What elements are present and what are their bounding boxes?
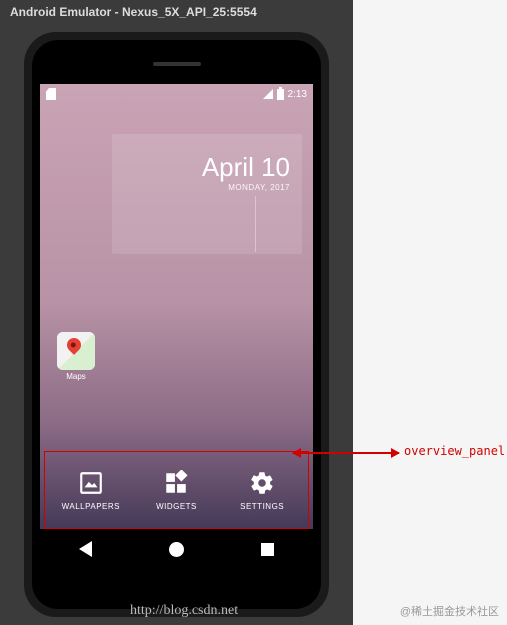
wallpapers-button[interactable]: WALLPAPERS	[56, 470, 126, 511]
nav-back-button[interactable]	[79, 541, 92, 557]
window-title-bar[interactable]: Android Emulator - Nexus_5X_API_25:5554	[0, 0, 353, 24]
settings-icon	[249, 470, 275, 496]
clock-divider	[255, 196, 256, 252]
clock-day: MONDAY, 2017	[124, 183, 290, 192]
annotation-arrow	[293, 452, 399, 454]
overview-panel: WALLPAPERS WIDGETS	[48, 457, 305, 523]
settings-label: SETTINGS	[240, 502, 284, 511]
status-bar[interactable]: 2:13	[40, 84, 313, 104]
app-label: Maps	[54, 372, 98, 381]
phone-screen[interactable]: 2:13 April 10 MONDAY, 2017 Maps	[40, 84, 313, 569]
wallpapers-label: WALLPAPERS	[62, 502, 120, 511]
window-title: Android Emulator - Nexus_5X_API_25:5554	[10, 5, 257, 19]
navigation-bar	[40, 529, 313, 569]
status-time: 2:13	[288, 89, 307, 100]
clock-widget[interactable]: April 10 MONDAY, 2017	[112, 134, 302, 254]
nav-home-button[interactable]	[169, 542, 184, 557]
watermark-url: http://blog.csdn.net	[130, 603, 238, 619]
phone-bezel: 2:13 April 10 MONDAY, 2017 Maps	[32, 40, 321, 609]
battery-icon	[277, 89, 284, 100]
app-maps[interactable]: Maps	[54, 332, 98, 381]
annotation-label: overview_panel	[404, 444, 505, 458]
phone-frame: 2:13 April 10 MONDAY, 2017 Maps	[24, 32, 329, 617]
maps-icon	[57, 332, 95, 370]
wallpaper-icon	[78, 470, 104, 496]
signal-icon	[263, 89, 273, 99]
clock-date: April 10	[124, 152, 290, 183]
status-left	[46, 88, 56, 100]
status-right: 2:13	[263, 89, 307, 100]
emulator-window: Android Emulator - Nexus_5X_API_25:5554 …	[0, 0, 353, 625]
widgets-button[interactable]: WIDGETS	[141, 470, 211, 511]
sim-icon	[46, 88, 56, 100]
watermark-text: @稀土掘金技术社区	[400, 603, 499, 619]
settings-button[interactable]: SETTINGS	[227, 470, 297, 511]
widgets-icon	[163, 470, 189, 496]
widgets-label: WIDGETS	[156, 502, 197, 511]
speaker-grille	[153, 62, 201, 66]
nav-recent-button[interactable]	[261, 543, 274, 556]
